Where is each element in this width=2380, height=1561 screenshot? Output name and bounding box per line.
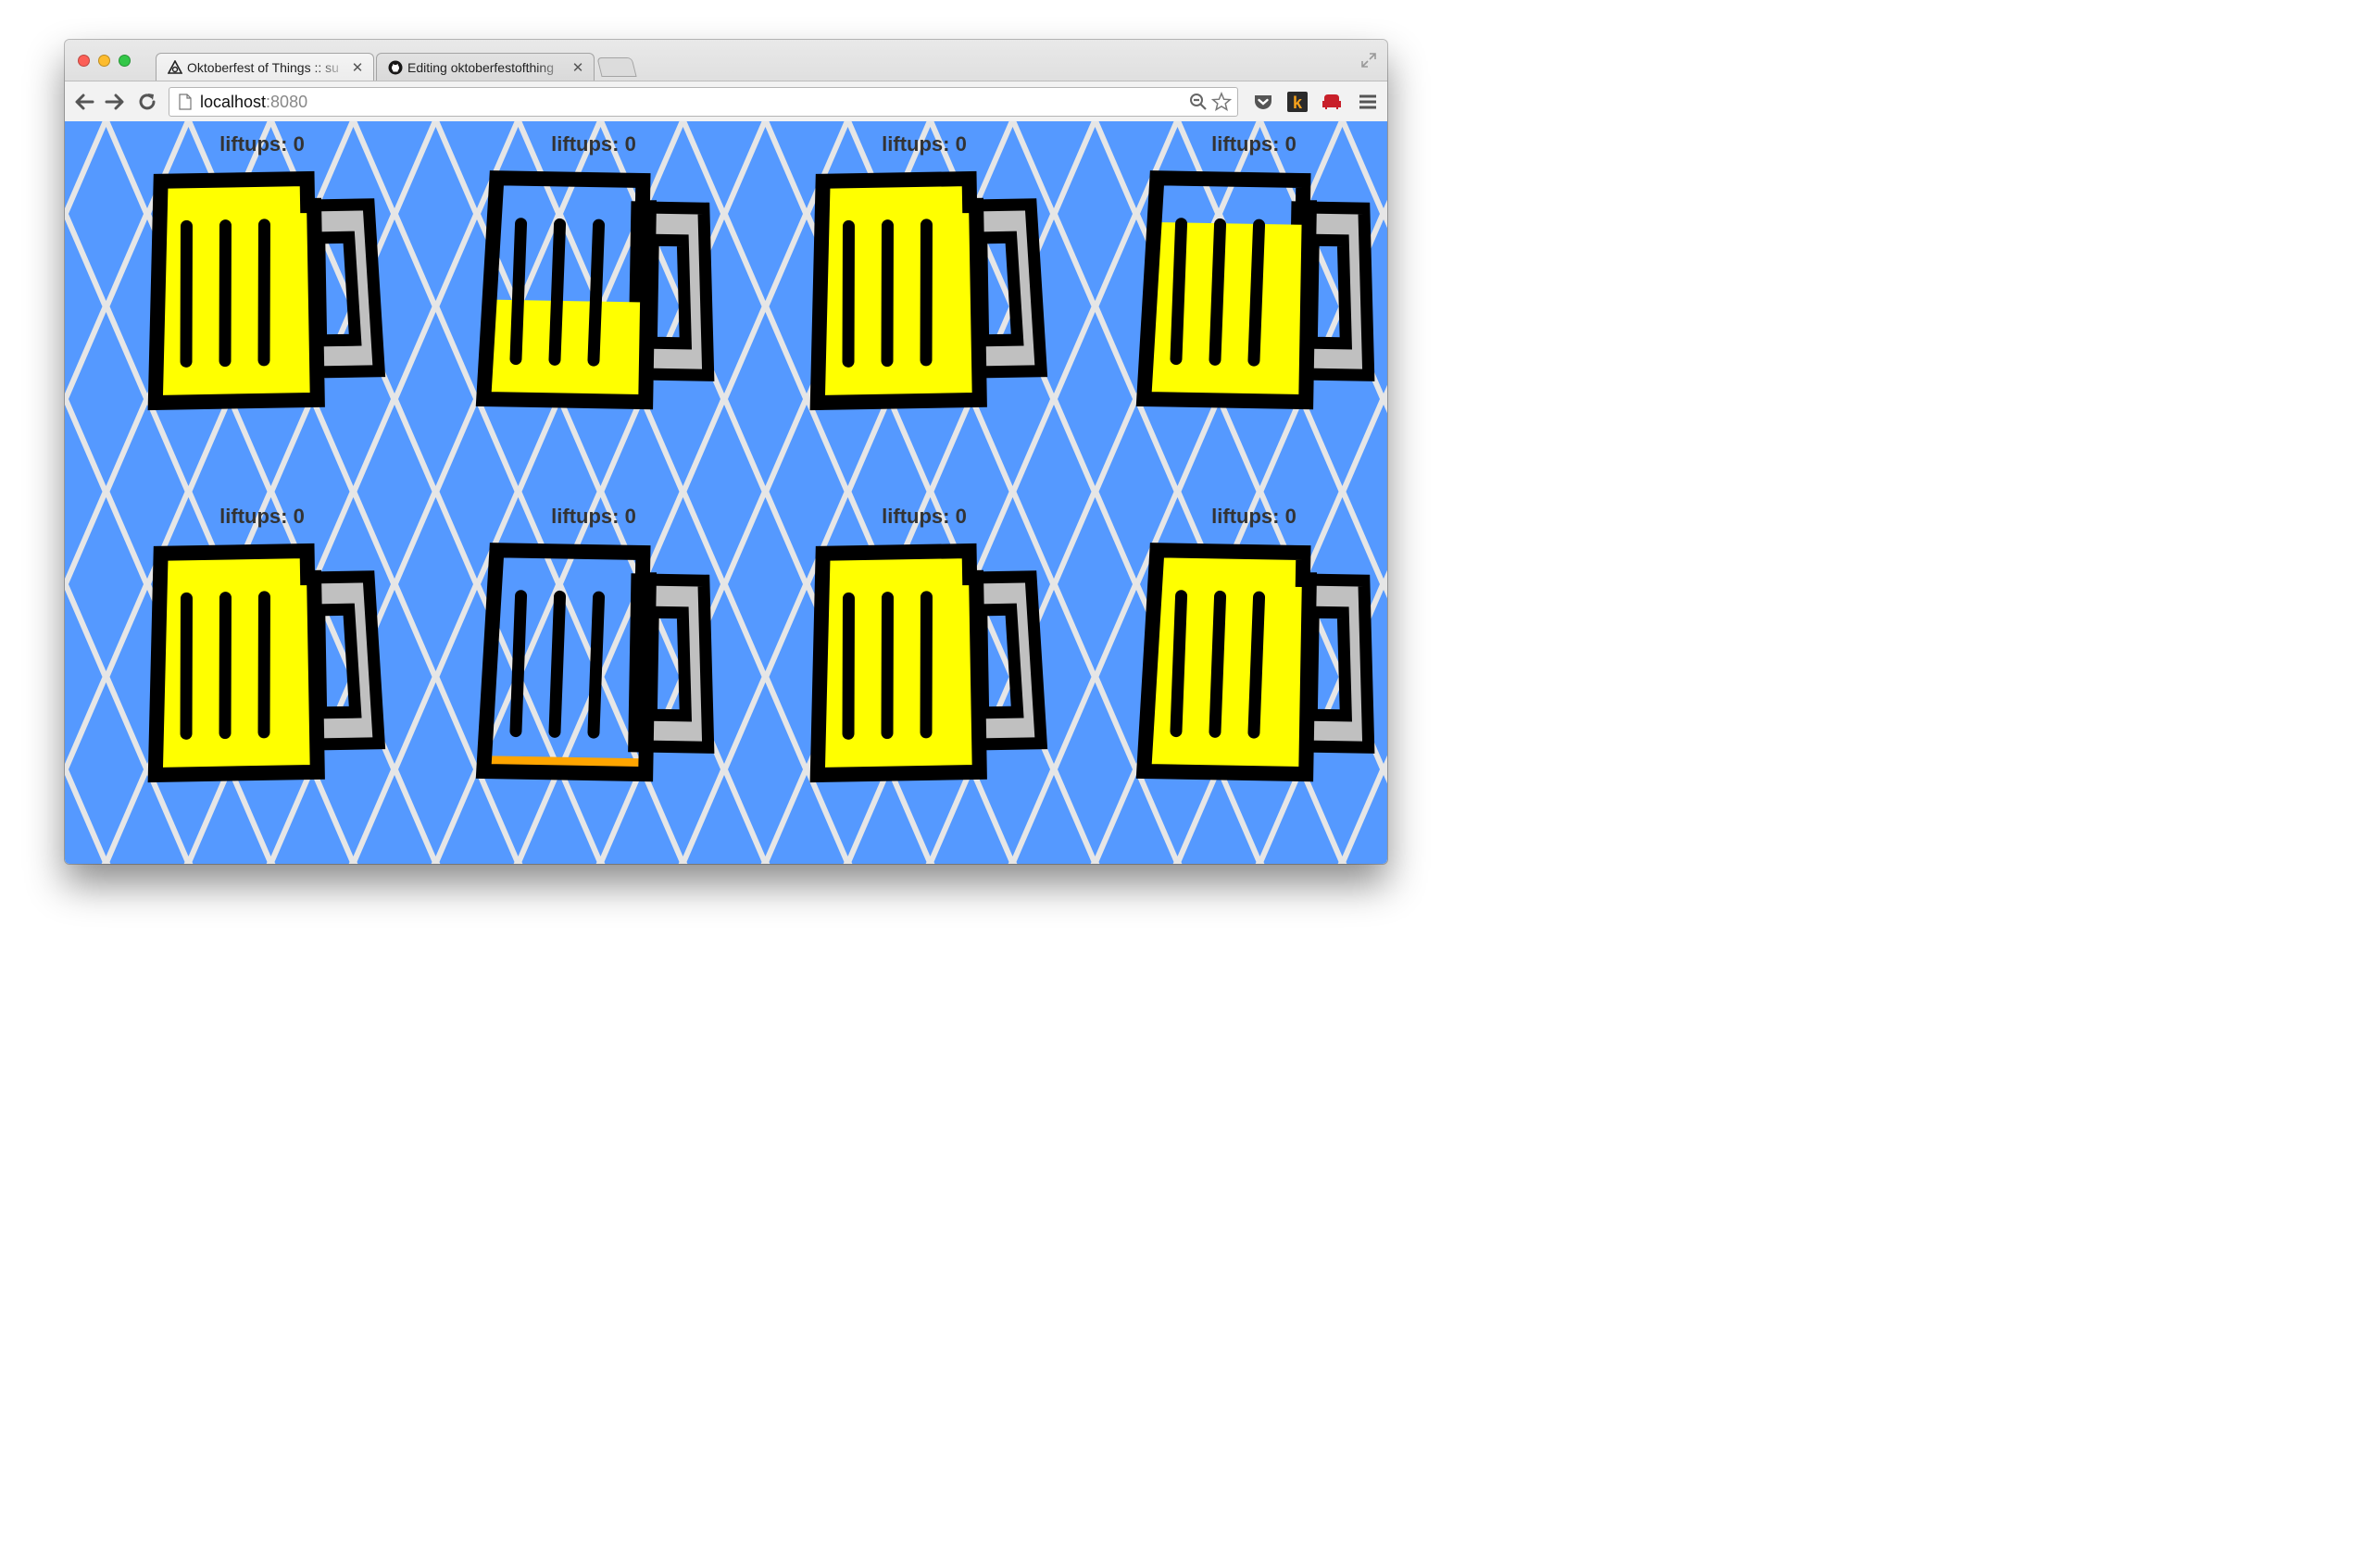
tab-title: Oktoberfest of Things :: su	[187, 60, 339, 75]
page-icon	[179, 94, 192, 110]
beer-mug[interactable]: liftups: 0	[432, 493, 756, 782]
beer-mug[interactable]: liftups: 0	[762, 493, 1086, 783]
window-controls	[78, 55, 131, 67]
mug-rib	[1247, 219, 1266, 367]
mug-rib	[1170, 218, 1188, 366]
beer-mug[interactable]: liftups: 0	[100, 493, 424, 783]
url-port: :8080	[266, 93, 308, 111]
mug-rib	[1247, 591, 1266, 739]
beer-mug-icon	[1135, 543, 1375, 782]
beer-mug-icon	[475, 170, 715, 410]
beer-mug-icon	[475, 543, 715, 782]
tab-github-editing[interactable]: Editing oktoberfestofthing ✕	[376, 53, 595, 81]
spiral-logo-icon	[168, 60, 182, 74]
close-window-button[interactable]	[78, 55, 90, 67]
mug-rib	[180, 219, 193, 368]
mug-rib	[1170, 590, 1188, 738]
reload-icon[interactable]	[135, 90, 159, 114]
new-tab-button[interactable]	[596, 57, 637, 77]
beer-mug-icon	[147, 543, 386, 783]
mug-rib	[219, 592, 232, 740]
couch-icon[interactable]	[1321, 91, 1343, 113]
beer-fill	[813, 178, 980, 403]
mug-rib	[587, 219, 606, 367]
beer-fill	[151, 550, 318, 775]
browser-chrome: Oktoberfest of Things :: su ✕ Editing ok…	[65, 40, 1387, 121]
mug-rib	[1209, 218, 1227, 366]
beer-mug[interactable]: liftups: 0	[432, 121, 756, 410]
mug-rib	[587, 591, 606, 739]
beer-mug-icon	[809, 543, 1048, 783]
tab-title: Editing oktoberfestofthing	[407, 60, 554, 75]
url-text: localhost:8080	[200, 93, 307, 112]
mug-rib	[219, 219, 232, 368]
mug-rib	[548, 590, 567, 738]
beer-mug-icon	[809, 170, 1048, 411]
fullscreen-icon[interactable]	[1359, 51, 1378, 69]
tab-oktoberfest[interactable]: Oktoberfest of Things :: su ✕	[156, 53, 374, 81]
mug-rib	[842, 592, 855, 740]
mug-rib	[257, 219, 270, 367]
tab-close-icon[interactable]: ✕	[351, 59, 364, 76]
beer-mug[interactable]: liftups: 0	[100, 121, 424, 411]
svg-text:k: k	[1293, 94, 1303, 112]
mug-rib	[509, 218, 528, 366]
mug-rib	[881, 219, 894, 368]
tab-close-icon[interactable]: ✕	[571, 59, 584, 76]
url-host: localhost	[200, 93, 267, 111]
beer-mug-icon	[147, 170, 386, 411]
mug-rib	[180, 592, 193, 740]
menu-icon[interactable]	[1357, 91, 1379, 113]
mug-rib	[257, 591, 270, 739]
mug-rib	[881, 592, 894, 740]
minimize-window-button[interactable]	[98, 55, 110, 67]
mug-rib	[920, 591, 933, 739]
mug-rib	[548, 218, 567, 366]
pocket-icon[interactable]	[1252, 91, 1274, 113]
github-icon	[388, 60, 403, 75]
beer-mug-icon	[1135, 170, 1375, 410]
beer-mug[interactable]: liftups: 0	[762, 121, 1086, 411]
beer-fill	[1144, 221, 1310, 403]
forward-arrow-icon[interactable]	[103, 90, 127, 114]
mug-rib	[842, 219, 855, 368]
beer-fill	[813, 550, 980, 775]
browser-window: Oktoberfest of Things :: su ✕ Editing ok…	[65, 40, 1387, 864]
toolbar: localhost:8080 k	[65, 81, 1387, 121]
mug-rib	[920, 219, 933, 367]
bookmark-star-icon[interactable]	[1211, 92, 1232, 112]
beer-mug[interactable]: liftups: 0	[1092, 121, 1387, 410]
address-bar[interactable]: localhost:8080	[169, 87, 1238, 117]
beer-fill	[1144, 550, 1310, 775]
back-arrow-icon[interactable]	[72, 90, 96, 114]
mug-glass	[483, 550, 649, 774]
beer-fill	[151, 178, 318, 403]
mug-rib	[1209, 590, 1227, 738]
beer-fill	[483, 299, 650, 403]
zoom-out-icon[interactable]	[1189, 93, 1208, 111]
zoom-window-button[interactable]	[119, 55, 131, 67]
beer-mug[interactable]: liftups: 0	[1092, 493, 1387, 782]
mug-rib	[509, 590, 528, 738]
k-extension-icon[interactable]: k	[1286, 91, 1309, 113]
page-content: liftups: 0 liftups: 0 liftups: 0 liftups: 0…	[65, 121, 1387, 864]
